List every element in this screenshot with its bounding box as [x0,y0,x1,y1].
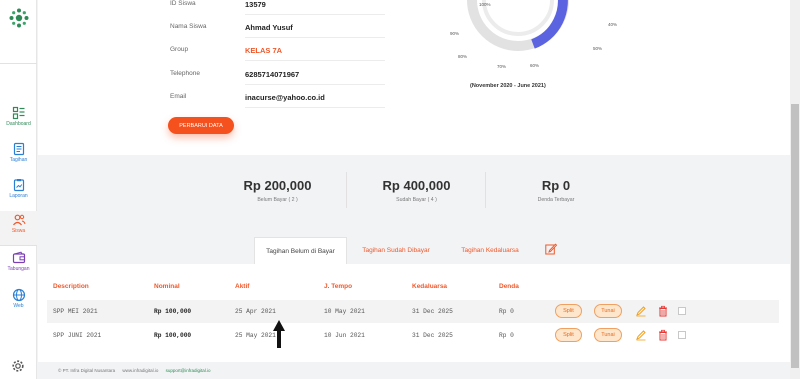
summary-label: Denda Terbayar [537,197,575,203]
ring-label: 40% [608,22,618,27]
cell-nominal: Rp 100,000 [154,332,192,339]
sidebar-item-dashboard[interactable]: Dashboard [0,104,37,138]
ring-label: 100% [479,2,491,7]
footer-company: © PT. Infra Digital Nusantara [58,368,116,373]
sidebar-label-siswa: Siswa [11,228,26,234]
payment-progress-ring [467,0,569,51]
sidebar-label-laporan: Laporan [9,193,28,199]
trash-icon[interactable] [657,329,669,341]
cell-tempo: 10 Jun 2021 [324,332,365,339]
ring-label: 90% [450,31,460,36]
cell-description: SPP JUNI 2021 [53,332,102,339]
summary-label: Belum Bayar ( 2 ) [257,197,298,203]
sidebar-item-tagihan[interactable]: Tagihan [0,140,37,174]
sidebar-divider [0,63,37,64]
sidebar-item-laporan[interactable]: Laporan [0,176,37,210]
progress-arc [531,0,568,49]
student-profile-card: ID Siswa 13579 Nama Siswa Ahmad Yusuf Gr… [38,0,790,155]
wallet-icon [12,251,25,264]
summary-value: Rp 200,000 [243,178,312,193]
row-checkbox[interactable] [678,331,686,339]
summary-value: Rp 400,000 [382,178,451,193]
trash-icon[interactable] [657,305,669,317]
student-group-value[interactable]: KELAS 7A [245,46,385,61]
column-header: Denda [499,283,519,290]
scrollbar-thumb[interactable] [791,104,799,368]
student-phone-value: 6285714071967 [245,70,385,85]
sidebar-item-tabungan[interactable]: Tabungan [0,249,37,283]
column-header: Aktif [235,283,250,290]
update-data-button[interactable]: PERBARUI DATA [168,117,234,134]
pencil-icon[interactable] [635,305,647,317]
sidebar: Dashboard Tagihan Laporan Siswa Tabungan… [0,0,37,379]
cell-nominal: Rp 100,000 [154,308,192,315]
column-header: J. Tempo [324,283,353,290]
split-button[interactable]: Split [555,304,582,318]
ring-label: 80% [458,54,468,59]
student-email-label: Email [170,93,187,100]
cell-aktif: 25 May 2021 [235,332,276,339]
student-email-value: inacurse@yahoo.co.id [245,93,385,108]
report-icon [13,179,24,192]
summary-fine: Rp 0 Denda Terbayar [487,172,625,208]
footer-support-link[interactable]: support@infradigital.io [166,368,211,373]
sidebar-item-web[interactable]: Web [0,286,37,320]
column-header: Description [53,283,89,290]
column-header: Nominal [154,283,180,290]
cell-denda: Rp 0 [499,308,514,315]
summary-label: Sudah Bayar ( 4 ) [396,197,437,203]
sidebar-item-siswa[interactable]: Siswa [0,211,37,245]
tab-expired[interactable]: Tagihan Kedaluarsa [446,237,534,264]
globe-icon [12,288,25,302]
ring-label: 50% [593,46,603,51]
footer-site-link[interactable]: www.infradigital.io [122,368,158,373]
cell-tempo: 10 May 2021 [324,308,365,315]
cell-aktif: 25 Apr 2021 [235,308,276,315]
students-icon [12,214,25,226]
sidebar-label-tagihan: Tagihan [9,157,28,163]
student-name-label: Nama Siswa [170,23,207,30]
student-group-label: Group [170,46,189,53]
settings-icon[interactable] [11,359,25,373]
cell-kedaluarsa: 31 Dec 2025 [412,308,453,315]
edit-icon[interactable] [545,243,557,255]
scrollbar[interactable] [790,0,800,379]
student-id-value: 13579 [245,0,385,15]
cell-kedaluarsa: 31 Dec 2025 [412,332,453,339]
table-row: SPP JUNI 2021 Rp 100,000 25 May 2021 10 … [47,324,779,347]
app-logo-icon[interactable] [9,8,29,28]
bill-icon [13,142,24,156]
payment-summary: Rp 200,000 Belum Bayar ( 2 ) Rp 400,000 … [209,172,629,208]
tab-unpaid[interactable]: Tagihan Belum di Bayar [254,237,347,264]
ring-label: 70% [497,64,507,69]
sidebar-divider [0,245,37,246]
period-range: (November 2020 - June 2021) [470,83,546,89]
dashboard-icon [12,106,24,120]
tab-paid[interactable]: Tagihan Sudah Dibayar [350,237,442,264]
cell-denda: Rp 0 [499,332,514,339]
main-content: ID Siswa 13579 Nama Siswa Ahmad Yusuf Gr… [38,0,790,379]
row-checkbox[interactable] [678,307,686,315]
column-header: Kedaluarsa [412,283,448,290]
cell-description: SPP MEI 2021 [53,308,98,315]
footer: © PT. Infra Digital Nusantara www.infrad… [58,368,210,373]
sidebar-label-tabungan: Tabungan [7,266,30,272]
tunai-button[interactable]: Tunai [594,328,622,342]
summary-value: Rp 0 [541,178,571,193]
student-id-label: ID Siswa [170,0,196,7]
table-row: SPP MEI 2021 Rp 100,000 25 Apr 2021 10 M… [47,300,779,323]
ring-label: 60% [530,63,540,68]
student-phone-label: Telephone [170,70,200,77]
sidebar-label-web: Web [13,303,24,309]
summary-paid: Rp 400,000 Sudah Bayar ( 4 ) [348,172,486,208]
arrow-up-icon [273,320,285,348]
split-button[interactable]: Split [555,328,582,342]
bills-table: Description Nominal Aktif J. Tempo Kedal… [38,264,790,362]
summary-unpaid: Rp 200,000 Belum Bayar ( 2 ) [209,172,347,208]
student-name-value: Ahmad Yusuf [245,23,385,38]
sidebar-label-dashboard: Dashboard [6,121,31,127]
tunai-button[interactable]: Tunai [594,304,622,318]
pencil-icon[interactable] [635,329,647,341]
